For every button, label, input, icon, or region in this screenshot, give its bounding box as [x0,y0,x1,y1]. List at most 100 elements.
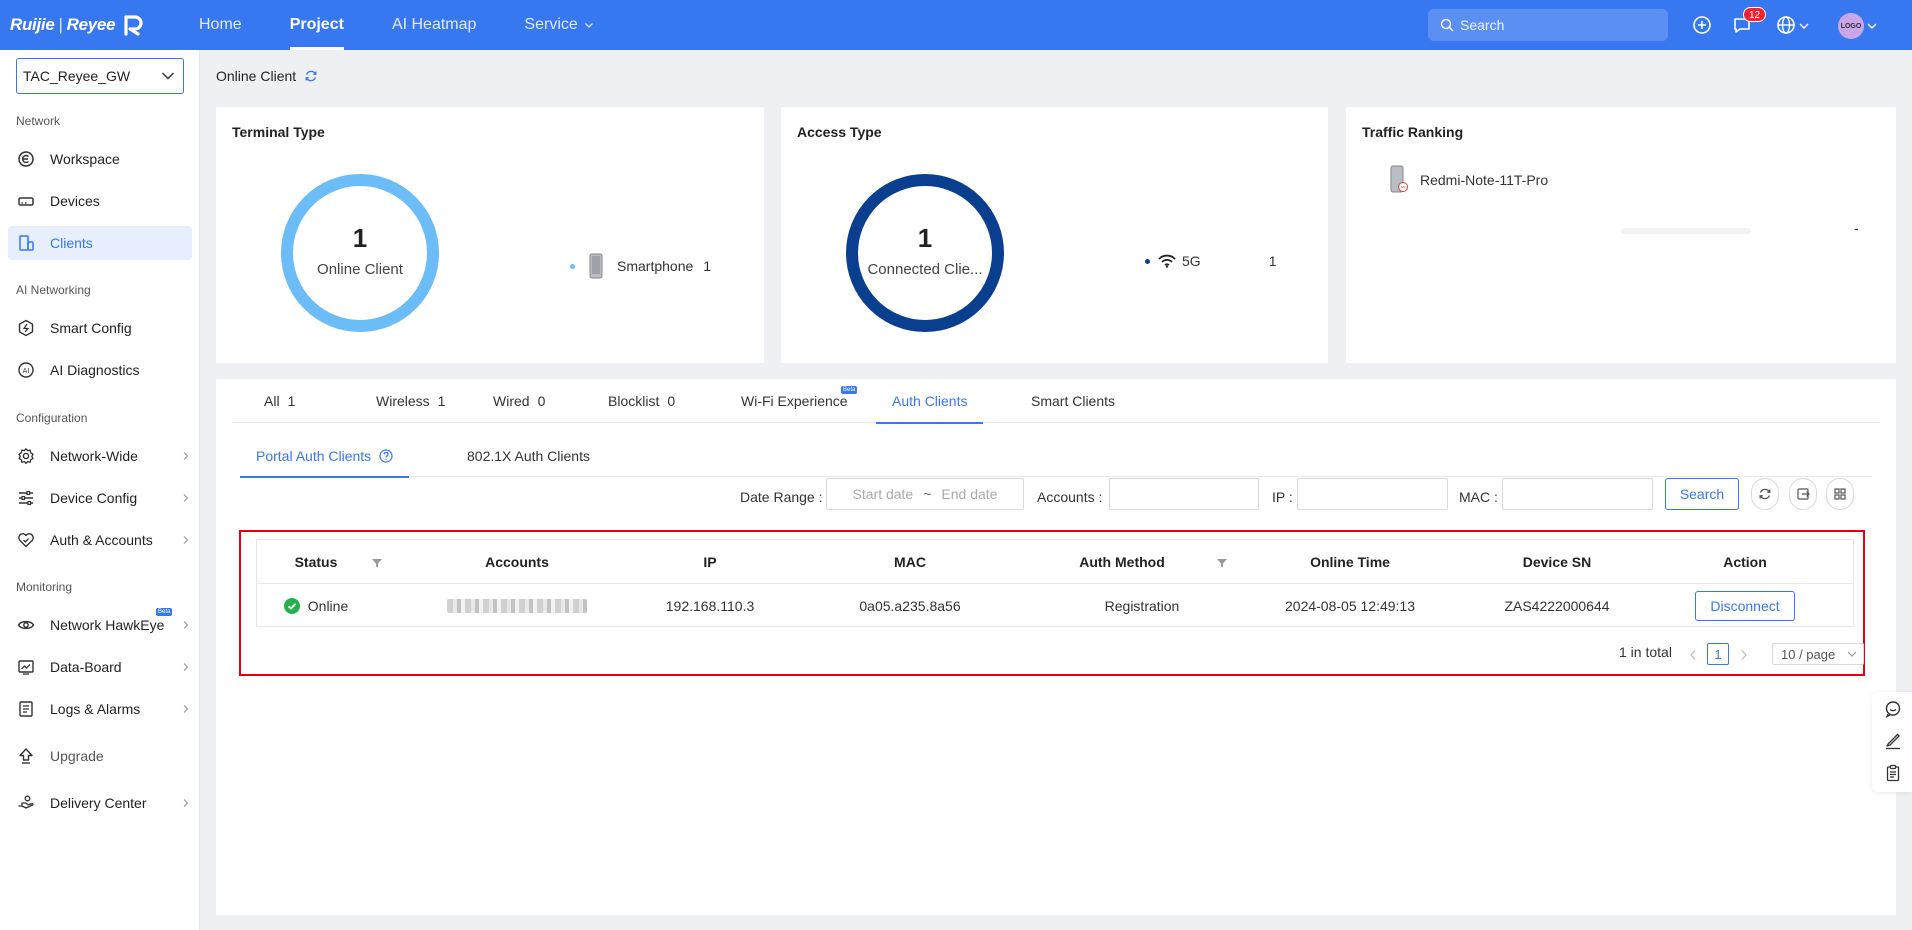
add-circle-icon[interactable] [1690,13,1714,37]
column-settings-button[interactable] [1826,478,1854,510]
heart-shield-icon [16,530,36,550]
chat-support-icon[interactable] [1884,700,1902,718]
ranking-device-name: Redmi-Note-11T-Pro [1420,172,1549,188]
nav-home[interactable]: Home [175,0,266,50]
export-icon [1797,488,1810,500]
beta-tag: Beta [841,386,858,394]
terminal-type-card: Terminal Type 1 Online Client Smartphone… [216,107,764,363]
tab-wired[interactable]: Wired 0 [493,379,545,423]
smart-config-icon [16,318,36,338]
sidebar-item-ai-diagnostics[interactable]: AI AI Diagnostics [8,353,192,387]
help-circle-icon[interactable] [379,449,393,463]
online-client-label: Online Client [317,261,403,278]
top-bar: Ruijie | Reyee Home Project AI Heatmap S… [0,0,1912,50]
access-type-card: Access Type 1 Connected Clie... 5G 1 [781,107,1328,363]
subtab-portal-auth[interactable]: Portal Auth Clients [239,435,410,478]
end-date-input[interactable]: End date [941,486,997,502]
mac-input[interactable] [1502,478,1653,510]
brand-logo[interactable]: Ruijie | Reyee [0,0,175,50]
clipboard-icon[interactable] [1884,764,1902,782]
sidebar-item-network-wide[interactable]: Network-Wide [8,439,192,473]
svg-text:AI: AI [23,367,30,375]
connected-client-count: 1 [917,223,933,253]
nav-ai-heatmap[interactable]: AI Heatmap [368,0,500,50]
upgrade-icon [16,746,36,766]
feedback-edit-icon[interactable] [1884,732,1902,750]
chevron-right-icon [183,663,189,671]
device-sn-cell: ZAS4222000644 [1504,598,1610,614]
chevron-left-icon[interactable] [1689,649,1697,661]
sliders-icon [16,488,36,508]
chevron-down-icon [584,23,593,28]
tab-all[interactable]: All 1 [264,379,295,423]
brand-name-right: Reyee [66,15,116,34]
tab-auth-clients[interactable]: Auth Clients [875,379,985,424]
legend-dot [1145,258,1150,264]
col-status: Status [294,554,338,570]
top-search-input[interactable]: Search [1428,9,1668,41]
mac-label: MAC : [1459,489,1498,505]
pagination-total: 1 in total [1619,644,1672,660]
refresh-icon[interactable] [304,69,318,83]
chevron-down-icon [1867,23,1877,29]
col-ip: IP [703,554,717,570]
export-button[interactable] [1789,478,1817,510]
ip-cell: 192.168.110.3 [665,598,755,614]
sidebar-item-data-board[interactable]: Data-Board [8,650,192,684]
tab-wifi-experience[interactable]: Wi-Fi Experience Beta [741,379,858,423]
sidebar-item-network-hawkeye[interactable]: Network HawkEye Beta [8,608,192,642]
chevron-right-icon [183,799,189,807]
main-content: Online Client Terminal Type 1 Online Cli… [200,50,1912,930]
ip-label: IP : [1272,489,1293,505]
card-title: Traffic Ranking [1362,124,1464,140]
ip-input[interactable] [1297,478,1448,510]
filter-icon[interactable] [371,557,383,569]
floating-toolbar [1872,692,1912,792]
sidebar-item-auth-accounts[interactable]: Auth & Accounts [8,523,192,557]
refresh-button[interactable] [1751,478,1779,510]
subtab-8021x-auth[interactable]: 802.1X Auth Clients [467,435,590,477]
page-number-current[interactable]: 1 [1707,643,1729,665]
dashboard-icon [16,657,36,677]
refresh-icon [1759,488,1771,500]
delivery-hand-icon [16,793,36,813]
globe-icon[interactable] [1774,13,1798,37]
sidebar-item-logs-alarms[interactable]: Logs & Alarms [8,692,192,726]
sidebar-item-upgrade[interactable]: Upgrade [8,739,192,773]
chevron-right-icon[interactable] [1740,649,1748,661]
avatar[interactable]: LOGO [1838,13,1864,39]
tab-wireless[interactable]: Wireless 1 [376,379,445,423]
access-legend: 5G 1 [1145,253,1276,269]
accounts-input[interactable] [1109,478,1259,510]
mac-cell: 0a05.a235.8a56 [859,598,961,614]
sidebar-item-device-config[interactable]: Device Config [8,481,192,515]
auth-subtabs: Portal Auth Clients 802.1X Auth Clients [239,435,1872,478]
sidebar-item-workspace[interactable]: Workspace [8,142,192,176]
legend-5g: 5G [1182,253,1201,269]
sidebar-item-smart-config[interactable]: Smart Config [8,311,192,345]
start-date-input[interactable]: Start date [853,486,914,502]
chevron-down-icon [1799,23,1809,29]
project-select[interactable]: TAC_Reyee_GW [16,58,184,94]
section-monitoring: Monitoring [16,580,73,594]
action-cell: Disconnect [1685,584,1805,628]
search-button[interactable]: Search [1665,478,1739,510]
tab-blocklist[interactable]: Blocklist 0 [608,379,675,423]
date-range-picker[interactable]: Start date ~ End date [826,478,1024,510]
card-title: Access Type [797,124,882,140]
page-size-select[interactable]: 10 / page [1772,643,1864,665]
sidebar-item-clients[interactable]: Clients [8,226,192,260]
nav-project[interactable]: Project [266,0,368,50]
page-title: Online Client [216,68,318,84]
nav-service[interactable]: Service [500,0,617,50]
tab-smart-clients[interactable]: Smart Clients [1031,379,1115,423]
brand-name-left: Ruijie [10,15,55,34]
sidebar-item-devices[interactable]: Devices [8,184,192,218]
smartphone-icon [589,253,603,279]
filter-icon[interactable] [1216,557,1228,569]
accounts-cell [432,584,602,628]
sidebar-item-delivery-center[interactable]: Delivery Center [8,786,192,820]
beta-tag: Beta [156,608,173,616]
legend-5g-count: 1 [1268,253,1277,269]
disconnect-button[interactable]: Disconnect [1695,591,1795,621]
